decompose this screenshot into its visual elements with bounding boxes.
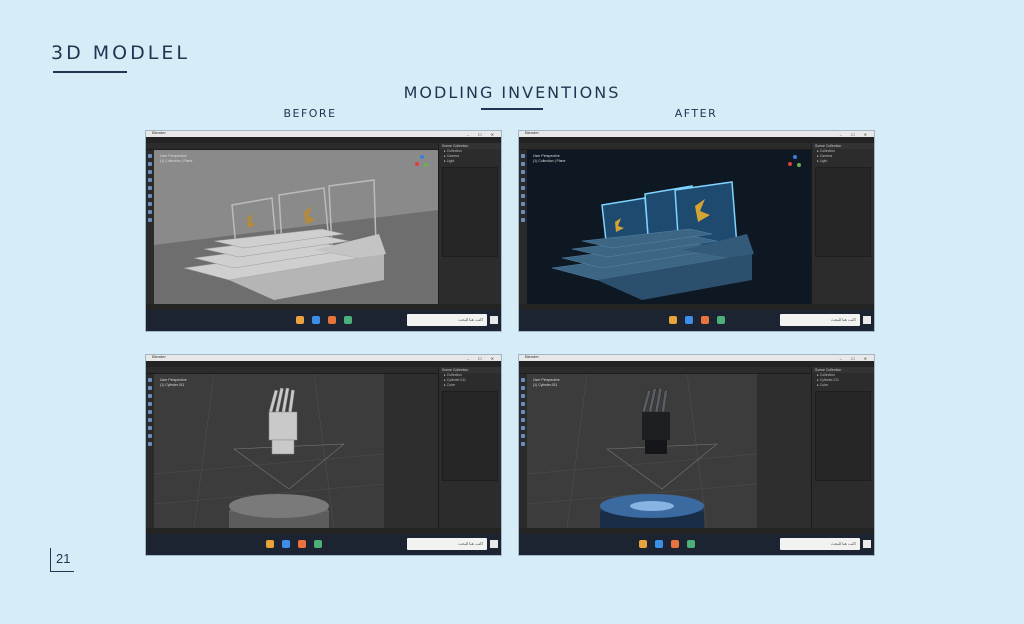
blender-icon[interactable] — [701, 316, 709, 324]
screenshot-hand-after: Blender– ☐ ✕ FileEditRenderWindowHelpLay… — [519, 355, 874, 555]
explorer-icon[interactable] — [669, 316, 677, 324]
stage-model-rendered — [527, 150, 811, 304]
navigation-gizmo-icon[interactable] — [788, 155, 802, 169]
edge-icon[interactable] — [685, 316, 693, 324]
app-icon[interactable] — [717, 316, 725, 324]
screenshot-stage-before: Blender– ☐ ✕ FileEditRenderWindowHelpLay… — [146, 131, 501, 331]
outliner-panel: Scene Collection ▸ Collection ▸ Cylinder.… — [438, 367, 501, 528]
screenshot-hand-before: Blender– ☐ ✕ FileEditRenderWindowHelpLay… — [146, 355, 501, 555]
windows-taskbar: اكتب هنا للبحث — [519, 534, 874, 555]
edge-icon[interactable] — [655, 540, 663, 548]
before-label: BEFORE — [283, 107, 337, 120]
3d-viewport[interactable]: User Perspective (1) Collection | Plane — [154, 150, 438, 304]
properties-sidebar — [757, 374, 811, 528]
navigation-gizmo-icon[interactable] — [415, 155, 429, 169]
explorer-icon[interactable] — [296, 316, 304, 324]
section-title: MODLING INVENTIONS — [403, 83, 621, 102]
tool-shelf — [146, 150, 154, 304]
app-icon[interactable] — [687, 540, 695, 548]
outliner-panel: Scene Collection ▸ Collection ▸ Cylinder.… — [811, 367, 874, 528]
taskbar-search[interactable]: اكتب هنا للبحث — [780, 314, 860, 326]
screenshot-stage-after: Blender– ☐ ✕ FileEditRenderWindowHelpLay… — [519, 131, 874, 331]
after-label: AFTER — [674, 107, 718, 120]
page-title-underline — [53, 71, 127, 73]
explorer-icon[interactable] — [266, 540, 274, 548]
taskbar-search[interactable]: اكتب هنا للبحث — [780, 538, 860, 550]
windows-taskbar: اكتب هنا للبحث — [146, 534, 501, 555]
edge-icon[interactable] — [282, 540, 290, 548]
windows-taskbar: اكتب هنا للبحث — [146, 310, 501, 331]
tool-shelf — [519, 374, 527, 528]
section-title-underline — [481, 108, 543, 110]
3d-viewport[interactable]: User Perspective (1) Cylinder.011 — [154, 374, 384, 528]
blender-icon[interactable] — [298, 540, 306, 548]
outliner-panel: Scene Collection ▸ Collection ▸ Camera ▸ L… — [811, 143, 874, 304]
windows-start-icon[interactable] — [490, 540, 498, 548]
edge-icon[interactable] — [312, 316, 320, 324]
3d-viewport[interactable]: User Perspective (1) Cylinder.011 — [527, 374, 757, 528]
tool-shelf — [146, 374, 154, 528]
3d-viewport[interactable]: User Perspective (1) Collection | Plane — [527, 150, 811, 304]
windows-start-icon[interactable] — [490, 316, 498, 324]
windows-start-icon[interactable] — [863, 316, 871, 324]
app-icon[interactable] — [314, 540, 322, 548]
windows-taskbar: اكتب هنا للبحث — [519, 310, 874, 331]
blender-icon[interactable] — [328, 316, 336, 324]
taskbar-search[interactable]: اكتب هنا للبحث — [407, 538, 487, 550]
taskbar-search[interactable]: اكتب هنا للبحث — [407, 314, 487, 326]
blender-icon[interactable] — [671, 540, 679, 548]
properties-sidebar — [384, 374, 438, 528]
page-number: 21 — [56, 551, 71, 566]
app-icon[interactable] — [344, 316, 352, 324]
hand-model-clay — [154, 374, 384, 528]
page-title: 3D MODLEL — [51, 42, 190, 64]
outliner-panel: Scene Collection ▸ Collection ▸ Camera ▸ L… — [438, 143, 501, 304]
windows-start-icon[interactable] — [863, 540, 871, 548]
hand-model-rendered — [527, 374, 757, 528]
tool-shelf — [519, 150, 527, 304]
stage-model-clay — [154, 150, 438, 304]
explorer-icon[interactable] — [639, 540, 647, 548]
